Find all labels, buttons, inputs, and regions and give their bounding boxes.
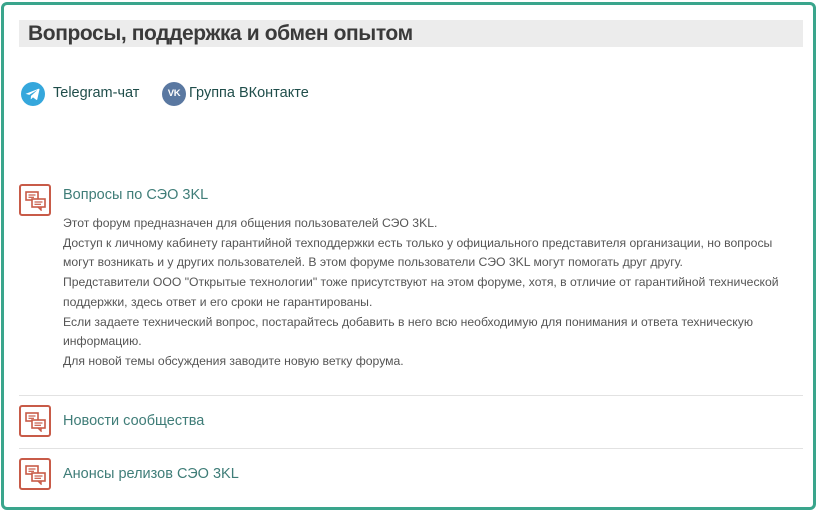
forum-icon xyxy=(19,184,51,216)
telegram-chat-link[interactable]: Telegram-чат xyxy=(21,81,149,107)
forum-item-questions: Вопросы по СЭО 3KL Этот форум предназнач… xyxy=(19,181,803,381)
description-line: Для новой темы обсуждения заводите новую… xyxy=(63,353,404,368)
telegram-chat-label: Telegram-чат xyxy=(53,85,140,101)
vk-icon: VK xyxy=(162,82,186,106)
description-line: Если задаете технический вопрос, постара… xyxy=(63,314,753,349)
forum-item-news: Новости сообщества xyxy=(19,405,803,441)
forum-item-releases: Анонсы релизов СЭО 3KL xyxy=(19,458,803,494)
vk-group-link[interactable]: VK Группа ВКонтакте xyxy=(162,81,322,107)
description-line: Доступ к личному кабинету гарантийной те… xyxy=(63,235,773,270)
description-line: Представители ООО "Открытые технологии" … xyxy=(63,275,779,309)
vk-group-label: Группа ВКонтакте xyxy=(189,85,309,101)
forum-description: Этот форум предназначен для общения поль… xyxy=(63,214,798,372)
telegram-icon xyxy=(21,82,45,106)
divider xyxy=(19,395,803,396)
forum-link-news[interactable]: Новости сообщества xyxy=(63,413,204,429)
page-title: Вопросы, поддержка и обмен опытом xyxy=(28,22,413,45)
forum-icon xyxy=(19,405,51,437)
forum-link-releases[interactable]: Анонсы релизов СЭО 3KL xyxy=(63,466,239,482)
section-header: Вопросы, поддержка и обмен опытом xyxy=(19,20,803,47)
forum-icon xyxy=(19,458,51,490)
description-line: Этот форум предназначен для общения поль… xyxy=(63,216,438,230)
divider xyxy=(19,448,803,449)
forum-link-questions[interactable]: Вопросы по СЭО 3KL xyxy=(63,187,208,203)
